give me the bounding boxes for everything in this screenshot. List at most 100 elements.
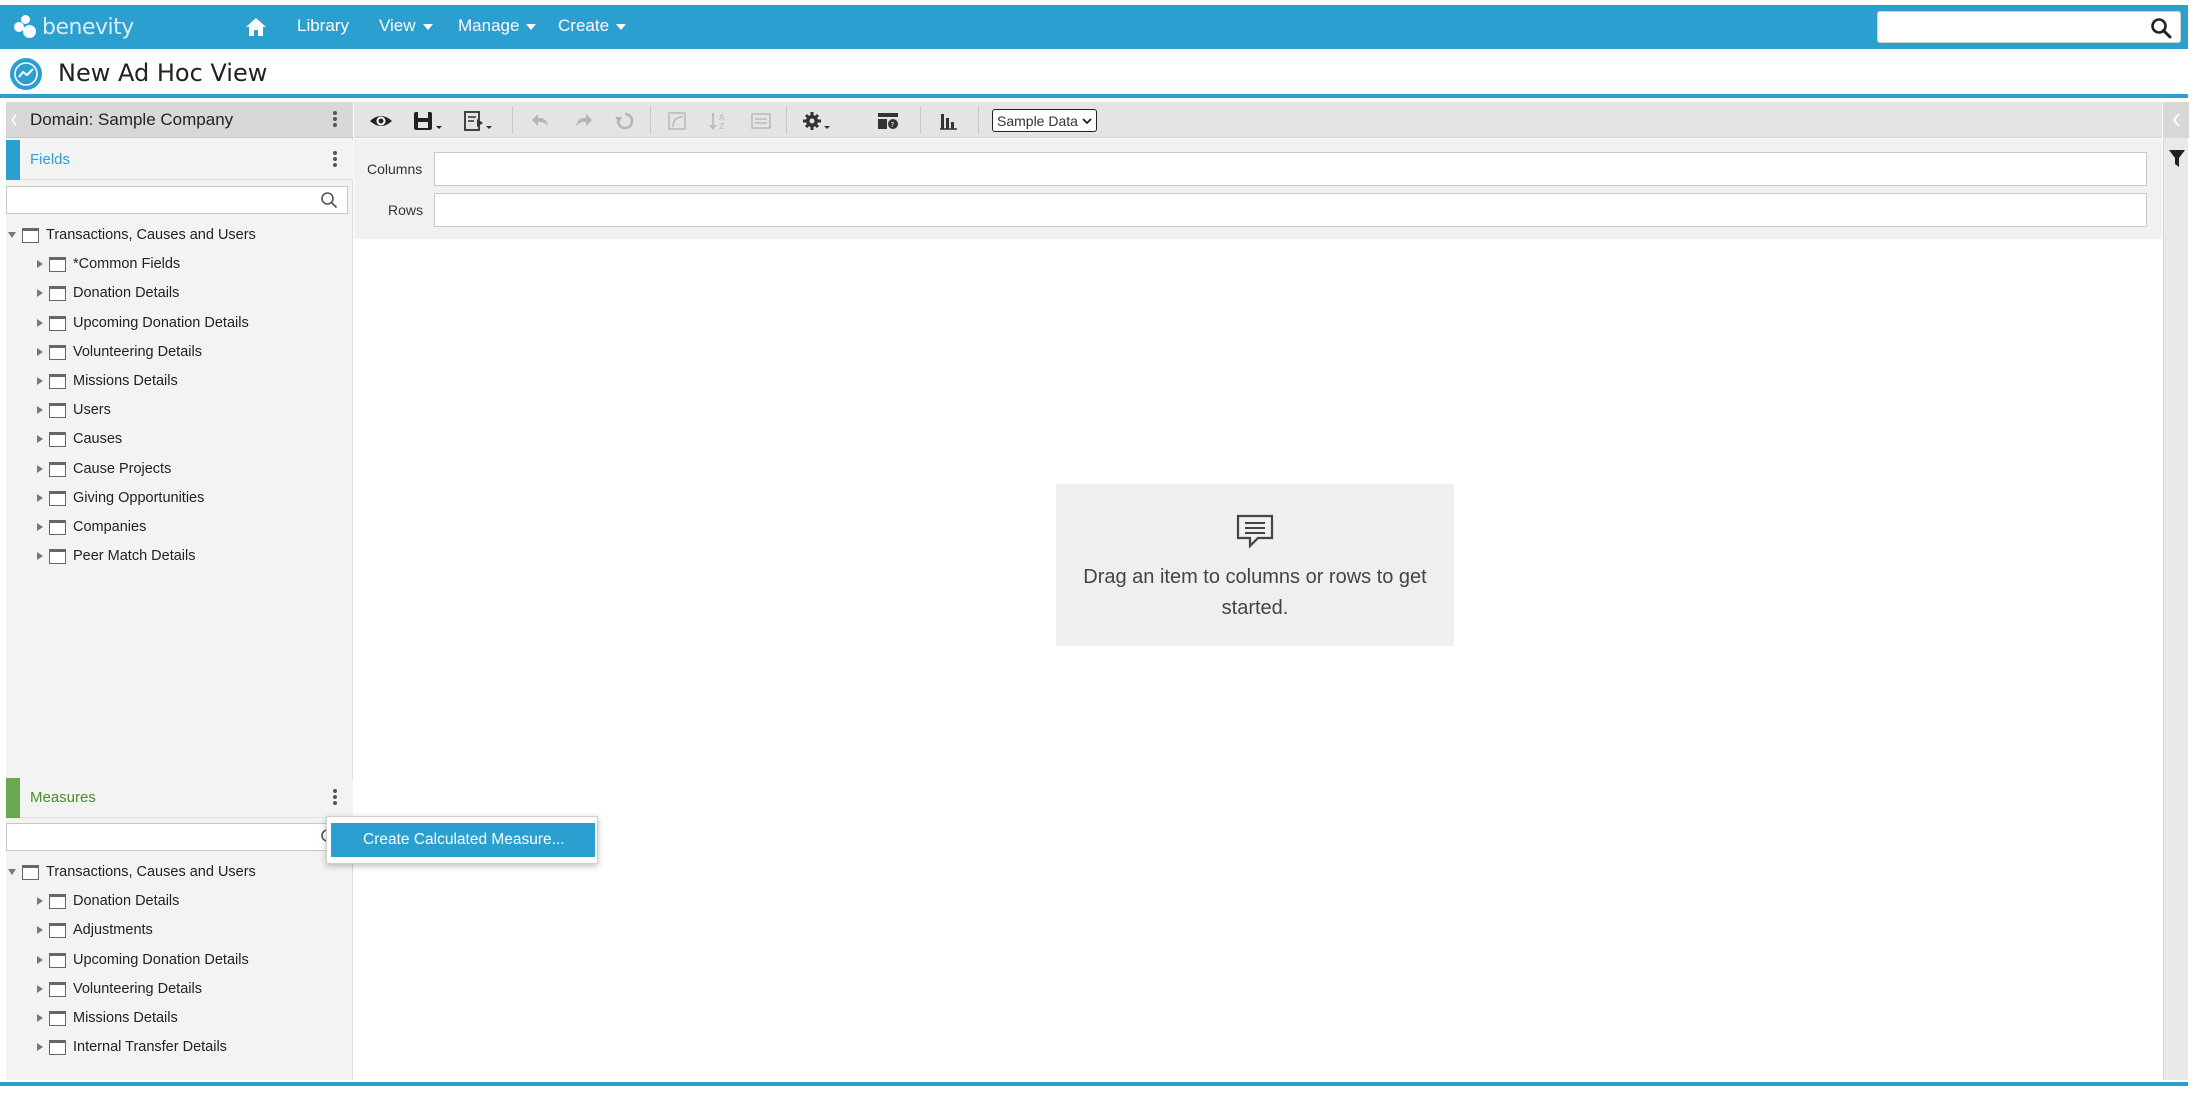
tree-node[interactable]: Upcoming Donation Details bbox=[37, 310, 249, 336]
expand-filters-bar[interactable] bbox=[2164, 102, 2189, 138]
collapsed-arrow-icon bbox=[37, 926, 43, 934]
fields-header: Fields bbox=[6, 140, 353, 180]
nav-manage-menu[interactable]: Manage bbox=[458, 16, 537, 36]
tree-node-label: Peer Match Details bbox=[73, 548, 196, 564]
export-icon[interactable] bbox=[462, 110, 496, 132]
create-calculated-measure-item[interactable]: Create Calculated Measure... bbox=[331, 823, 595, 857]
rows-dropzone[interactable] bbox=[434, 193, 2147, 227]
tree-node[interactable]: *Common Fields bbox=[37, 251, 180, 277]
tree-node[interactable]: Giving Opportunities bbox=[37, 485, 204, 511]
pivot-icon[interactable] bbox=[666, 110, 688, 132]
caret-down-icon bbox=[616, 24, 627, 30]
collapsed-arrow-icon bbox=[37, 465, 43, 473]
tree-node[interactable]: Peer Match Details bbox=[37, 543, 196, 569]
tree-node[interactable]: Adjustments bbox=[37, 917, 153, 943]
tree-node-label: Upcoming Donation Details bbox=[73, 952, 249, 968]
table-icon bbox=[49, 402, 66, 418]
nav-create-menu[interactable]: Create bbox=[558, 16, 627, 36]
measures-stripe bbox=[6, 778, 20, 818]
svg-text:?: ? bbox=[891, 121, 895, 129]
eye-icon[interactable] bbox=[368, 110, 394, 132]
fields-search-input[interactable] bbox=[6, 186, 348, 214]
collapsed-arrow-icon bbox=[37, 319, 43, 327]
tree-node-label: Upcoming Donation Details bbox=[73, 315, 249, 331]
tree-node[interactable]: Upcoming Donation Details bbox=[37, 947, 249, 973]
toolbar-separator bbox=[920, 106, 921, 134]
tree-node[interactable]: Internal Transfer Details bbox=[37, 1034, 227, 1060]
home-icon[interactable] bbox=[244, 15, 268, 39]
brand-logo[interactable]: benevity bbox=[12, 11, 134, 43]
tree-node[interactable]: Missions Details bbox=[37, 368, 178, 394]
title-bar: New Ad Hoc View bbox=[0, 50, 2188, 98]
caret-down-icon bbox=[422, 24, 433, 30]
svg-text:Z: Z bbox=[719, 122, 725, 131]
tree-node[interactable]: Volunteering Details bbox=[37, 976, 202, 1002]
collapsed-arrow-icon bbox=[37, 377, 43, 385]
gear-icon[interactable] bbox=[802, 110, 834, 132]
collapsed-arrow-icon bbox=[37, 985, 43, 993]
tree-node[interactable]: Volunteering Details bbox=[37, 339, 202, 365]
save-icon[interactable] bbox=[412, 110, 446, 132]
input-controls-icon[interactable] bbox=[750, 110, 772, 132]
comment-icon bbox=[1236, 514, 1274, 549]
collapse-panel-icon[interactable] bbox=[9, 112, 19, 128]
tree-node-root[interactable]: Transactions, Causes and Users bbox=[8, 222, 256, 248]
nav-manage-label: Manage bbox=[458, 16, 520, 35]
nav-create-label: Create bbox=[558, 16, 610, 35]
measures-menu-icon[interactable] bbox=[332, 788, 338, 808]
tree-node-label: Volunteering Details bbox=[73, 981, 202, 997]
chevron-left-icon bbox=[2172, 113, 2180, 127]
tree-node-label: Giving Opportunities bbox=[73, 490, 205, 506]
collapsed-arrow-icon bbox=[37, 1014, 43, 1022]
tree-node-label: Missions Details bbox=[73, 1010, 178, 1026]
redo-icon[interactable] bbox=[572, 110, 594, 132]
collapsed-arrow-icon bbox=[37, 956, 43, 964]
undo-icon[interactable] bbox=[530, 110, 552, 132]
fields-menu-icon[interactable] bbox=[332, 150, 338, 170]
tree-node[interactable]: Causes bbox=[37, 426, 122, 452]
table-icon bbox=[49, 431, 66, 447]
bar-chart-icon[interactable] bbox=[938, 110, 960, 132]
tree-node[interactable]: Cause Projects bbox=[37, 456, 171, 482]
report-canvas: Drag an item to columns or rows to get s… bbox=[354, 239, 2162, 1080]
fields-label: Fields bbox=[30, 151, 71, 168]
data-mode-select[interactable]: Sample Data bbox=[992, 109, 1097, 132]
table-icon bbox=[49, 952, 66, 968]
nav-library[interactable]: Library bbox=[297, 16, 349, 36]
rows-label: Rows bbox=[388, 202, 424, 218]
table-icon bbox=[49, 1010, 66, 1026]
table-icon bbox=[49, 1039, 66, 1055]
tree-node[interactable]: Donation Details bbox=[37, 280, 179, 306]
filter-icon[interactable] bbox=[2169, 150, 2185, 173]
tree-node[interactable]: Companies bbox=[37, 514, 146, 540]
sort-icon[interactable]: AZ bbox=[708, 110, 730, 132]
table-icon bbox=[49, 344, 66, 360]
columns-label: Columns bbox=[367, 161, 423, 177]
measures-label: Measures bbox=[30, 789, 96, 806]
search-icon[interactable] bbox=[320, 191, 338, 209]
collapsed-arrow-icon bbox=[37, 260, 43, 268]
tree-node-root[interactable]: Transactions, Causes and Users bbox=[8, 859, 256, 885]
columns-dropzone[interactable] bbox=[434, 152, 2147, 186]
data-options-icon[interactable]: ? bbox=[876, 110, 900, 132]
undo-all-icon[interactable] bbox=[614, 110, 636, 132]
table-icon bbox=[49, 285, 66, 301]
tree-node-label: Transactions, Causes and Users bbox=[46, 864, 256, 880]
measures-search-input[interactable] bbox=[6, 823, 348, 851]
tree-node[interactable]: Donation Details bbox=[37, 888, 179, 914]
caret-down-icon bbox=[526, 24, 537, 30]
nav-view-menu[interactable]: View bbox=[379, 16, 433, 36]
tree-node-label: Volunteering Details bbox=[73, 344, 202, 360]
toolbar-separator bbox=[978, 106, 979, 134]
empty-state-message: Drag an item to columns or rows to get s… bbox=[1083, 566, 1427, 619]
collapsed-arrow-icon bbox=[37, 552, 43, 560]
domain-menu-icon[interactable] bbox=[332, 110, 338, 130]
table-icon bbox=[22, 864, 39, 880]
tree-node[interactable]: Users bbox=[37, 397, 111, 423]
tree-node[interactable]: Missions Details bbox=[37, 1005, 178, 1031]
global-search-input[interactable] bbox=[1877, 11, 2181, 43]
table-icon bbox=[49, 893, 66, 909]
search-icon[interactable] bbox=[2150, 17, 2172, 39]
bottom-accent-line bbox=[0, 1082, 2188, 1086]
collapsed-arrow-icon bbox=[37, 435, 43, 443]
